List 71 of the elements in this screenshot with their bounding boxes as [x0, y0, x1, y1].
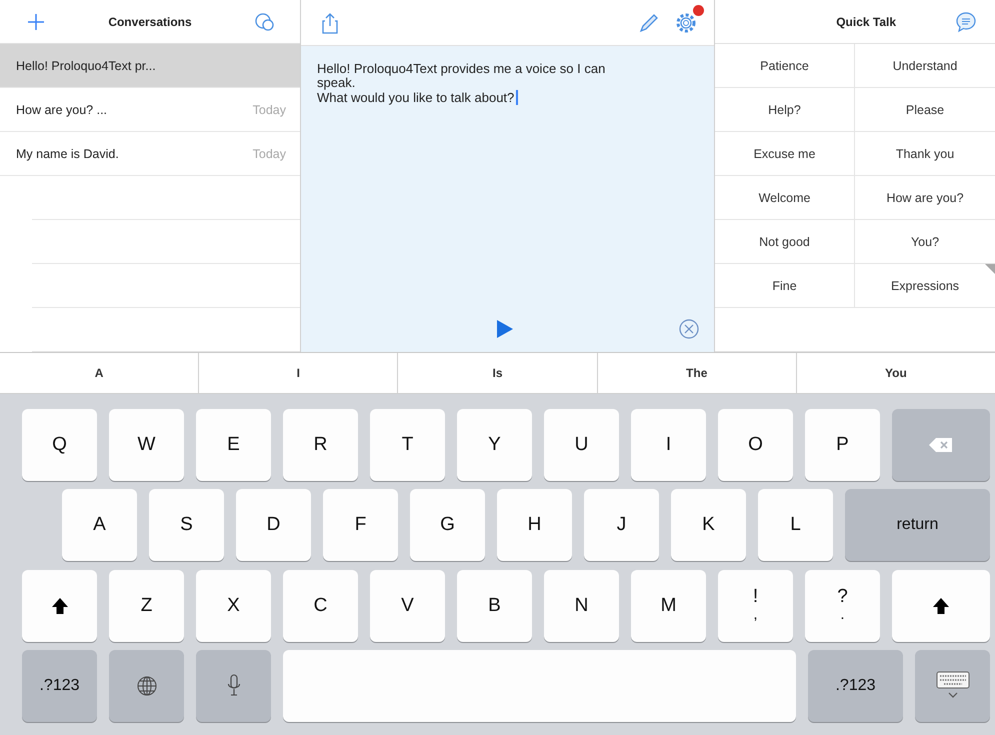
conversation-item[interactable]: My name is David. Today [0, 132, 300, 176]
phrase-button[interactable]: Please [900, 98, 950, 120]
hide-keyboard-key[interactable] [915, 650, 990, 722]
letter-key[interactable]: Q [22, 408, 97, 481]
folder-corner-icon [985, 264, 995, 274]
letter-key[interactable]: R [283, 408, 358, 481]
letter-key[interactable]: L [758, 489, 833, 562]
letter-key[interactable]: G [410, 489, 485, 562]
letter-key[interactable]: M [631, 570, 706, 642]
add-icon[interactable] [26, 12, 46, 32]
letter-key[interactable]: N [544, 570, 619, 642]
delete-key[interactable] [892, 408, 990, 481]
letter-key[interactable]: I [631, 408, 706, 481]
play-icon[interactable] [496, 319, 514, 339]
globe-key[interactable] [109, 650, 184, 722]
conversation-item[interactable]: Hello! Proloquo4Text pr... [0, 44, 300, 88]
return-key[interactable]: return [845, 489, 990, 562]
phrase-button[interactable]: Excuse me [748, 142, 822, 164]
numbers-key[interactable]: .?123 [808, 650, 903, 722]
conversation-text: Hello! Proloquo4Text pr... [16, 58, 156, 72]
numbers-key[interactable]: .?123 [22, 650, 97, 722]
phrase-button[interactable]: Thank you [890, 142, 960, 164]
phrase-button[interactable]: Understand [886, 54, 964, 76]
letter-key[interactable]: B [457, 570, 532, 642]
globe-icon [136, 675, 158, 698]
conversation-date: Today [252, 102, 286, 116]
punctuation-key[interactable]: ? . [805, 570, 880, 642]
letter-key[interactable]: V [370, 570, 445, 642]
phrase-button[interactable]: You? [904, 230, 946, 252]
gear-icon[interactable] [674, 10, 698, 34]
letter-key[interactable]: F [323, 489, 398, 562]
shift-icon [932, 596, 950, 615]
category-button[interactable]: Expressions [884, 274, 966, 296]
phrase-button[interactable]: How are you? [880, 186, 970, 208]
punctuation-key[interactable]: ! , [718, 570, 793, 642]
conversation-date: Today [252, 146, 286, 160]
phrase-button[interactable]: Not good [753, 230, 816, 252]
letter-key[interactable]: H [497, 489, 572, 562]
letter-key[interactable]: P [805, 408, 880, 481]
letter-key[interactable]: J [584, 489, 659, 562]
letter-key[interactable]: U [544, 408, 619, 481]
letter-key[interactable]: D [236, 489, 311, 562]
letter-key[interactable]: E [196, 408, 271, 481]
shift-icon [50, 596, 68, 615]
microphone-icon [226, 674, 240, 698]
shift-key[interactable] [22, 570, 97, 642]
phrase-button[interactable]: Fine [766, 274, 803, 296]
letter-key[interactable]: C [283, 570, 358, 642]
phrase-button[interactable]: Help? [762, 98, 807, 120]
share-icon[interactable] [321, 12, 339, 34]
panel-title: Conversations [108, 14, 192, 28]
letter-key[interactable]: W [109, 408, 184, 481]
letter-key[interactable]: T [370, 408, 445, 481]
panel-title: Quick Talk [836, 14, 896, 28]
phrase-button[interactable]: Patience [754, 54, 815, 76]
letter-key[interactable]: S [149, 489, 224, 562]
conversation-item[interactable]: How are you? ... Today [0, 88, 300, 132]
pencil-icon[interactable] [638, 12, 660, 34]
letter-key[interactable]: K [671, 489, 746, 562]
speech-bubble-icon[interactable] [955, 10, 977, 32]
letter-key[interactable]: Z [109, 570, 184, 642]
phrase-button[interactable]: Welcome [752, 186, 816, 208]
letter-key[interactable]: O [718, 408, 793, 481]
letter-key[interactable]: X [196, 570, 271, 642]
letter-key[interactable]: Y [457, 408, 532, 481]
letter-key[interactable]: A [62, 489, 137, 562]
clear-icon[interactable] [678, 318, 700, 340]
chat-bubbles-icon[interactable] [254, 12, 276, 32]
conversation-text: How are you? ... [16, 102, 108, 116]
conversation-text: My name is David. [16, 146, 119, 160]
delete-icon [928, 436, 954, 454]
